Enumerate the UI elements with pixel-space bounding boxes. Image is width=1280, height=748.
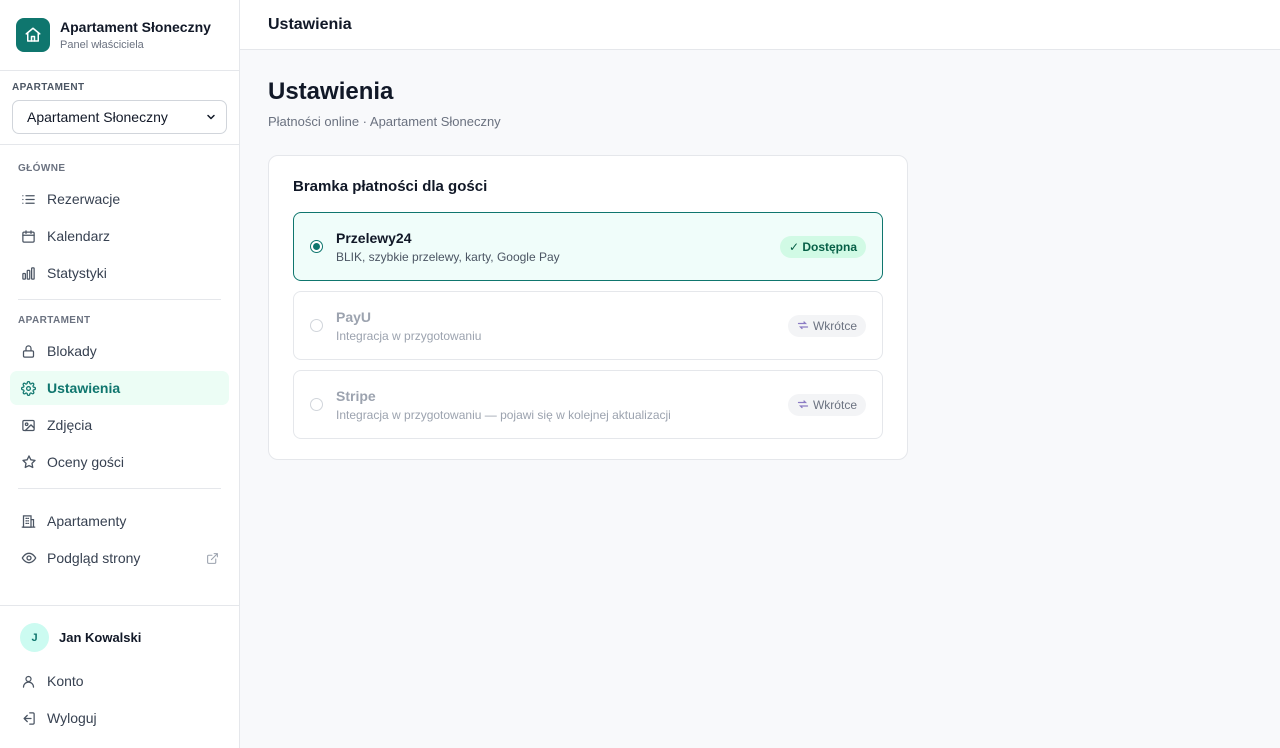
sidebar: Apartament Słoneczny Panel właściciela A… <box>0 0 240 748</box>
topbar: Ustawienia <box>240 0 1280 50</box>
external-link-icon <box>206 552 219 565</box>
page-title: Ustawienia <box>268 78 394 105</box>
sidebar-item-kalendarz[interactable]: Kalendarz <box>10 219 229 253</box>
sidebar-item-label: Statystyki <box>47 265 107 281</box>
building-icon <box>20 513 37 530</box>
sidebar-item-ustawienia[interactable]: Ustawienia <box>10 371 229 405</box>
sidebar-nav: GŁÓWNE Rezerwacje Kalendarz Statystyki A… <box>0 145 239 575</box>
nav-section-apartment: APARTAMENT <box>18 315 91 326</box>
gateway-option-przelewy24[interactable]: Przelewy24 BLIK, szybkie przelewy, karty… <box>293 212 883 281</box>
coming-soon-icon <box>797 320 809 332</box>
status-badge: Wkrótce <box>787 314 866 337</box>
radio-dot <box>313 243 320 250</box>
coming-soon-icon <box>797 399 809 411</box>
apartment-select[interactable]: Apartament Słoneczny <box>12 100 227 134</box>
nav-divider <box>18 488 221 489</box>
status-badge-label: Wkrótce <box>812 397 857 412</box>
account-label: Konto <box>47 673 84 689</box>
apartment-select-value: Apartament Słoneczny <box>27 109 168 125</box>
account-link[interactable]: Konto <box>10 664 229 698</box>
apartment-picker: APARTAMENT Apartament Słoneczny <box>0 71 239 145</box>
sidebar-item-label: Rezerwacje <box>47 191 121 207</box>
main-content: Ustawienia Płatności online · Apartament… <box>268 50 1168 460</box>
sidebar-item-oceny[interactable]: Oceny gości <box>10 445 229 479</box>
apartment-picker-label: APARTAMENT <box>12 82 85 93</box>
sidebar-item-label: Podgląd strony <box>47 550 141 566</box>
option-name: Przelewy24 <box>336 229 412 246</box>
status-badge: Wkrótce <box>787 393 866 416</box>
gateway-option-payu: PayU Integracja w przygotowaniu Wkrótce <box>293 291 883 360</box>
sidebar-item-blokady[interactable]: Blokady <box>10 334 229 368</box>
eye-icon <box>20 550 37 567</box>
lock-icon <box>20 343 37 360</box>
avatar: J <box>20 623 49 652</box>
user-icon <box>20 673 37 690</box>
sidebar-item-podglad[interactable]: Podgląd strony <box>10 541 229 575</box>
option-description: Integracja w przygotowaniu — pojawi się … <box>336 407 671 422</box>
gear-icon <box>20 380 37 397</box>
sidebar-item-rezerwacje[interactable]: Rezerwacje <box>10 182 229 216</box>
image-icon <box>20 417 37 434</box>
home-icon <box>16 18 50 52</box>
radio-button[interactable] <box>310 240 323 253</box>
brand-header: Apartament Słoneczny Panel właściciela <box>0 0 239 71</box>
chevron-down-icon <box>205 111 217 123</box>
user-name: Jan Kowalski <box>59 630 142 645</box>
user-info: J Jan Kowalski <box>0 623 239 652</box>
nav-section-main: GŁÓWNE <box>18 163 66 174</box>
calendar-icon <box>20 228 37 245</box>
status-badge-label: Wkrótce <box>812 318 857 333</box>
option-description: Integracja w przygotowaniu <box>336 328 482 343</box>
logout-button[interactable]: Wyloguj <box>10 701 229 735</box>
brand-subtitle: Panel właściciela <box>60 39 144 51</box>
radio-button <box>310 398 323 411</box>
brand-title: Apartament Słoneczny <box>60 19 211 35</box>
option-name: Stripe <box>336 387 376 404</box>
status-badge: ✓ Dostępna <box>779 235 866 258</box>
card-title: Bramka płatności dla gości <box>293 178 488 195</box>
logout-label: Wyloguj <box>47 710 97 726</box>
gateway-option-stripe: Stripe Integracja w przygotowaniu — poja… <box>293 370 883 439</box>
payment-gateway-card: Bramka płatności dla gości Przelewy24 BL… <box>268 155 908 460</box>
sidebar-item-label: Kalendarz <box>47 228 111 244</box>
sidebar-item-label: Oceny gości <box>47 454 125 470</box>
page-subtitle: Płatności online · Apartament Słoneczny <box>268 114 501 129</box>
star-icon <box>20 454 37 471</box>
sidebar-item-apartamenty[interactable]: Apartamenty <box>10 504 229 538</box>
bar-chart-icon <box>20 265 37 282</box>
sidebar-item-label: Ustawienia <box>47 380 121 396</box>
option-name: PayU <box>336 308 372 325</box>
logout-icon <box>20 710 37 727</box>
sidebar-item-label: Zdjęcia <box>47 417 93 433</box>
topbar-title: Ustawienia <box>268 15 352 33</box>
sidebar-footer: J Jan Kowalski Konto Wyloguj <box>0 605 239 748</box>
list-icon <box>20 191 37 208</box>
nav-divider <box>18 299 221 300</box>
sidebar-item-label: Blokady <box>47 343 97 359</box>
radio-button <box>310 319 323 332</box>
sidebar-item-statystyki[interactable]: Statystyki <box>10 256 229 290</box>
sidebar-item-zdjecia[interactable]: Zdjęcia <box>10 408 229 442</box>
sidebar-item-label: Apartamenty <box>47 513 127 529</box>
option-description: BLIK, szybkie przelewy, karty, Google Pa… <box>336 249 560 264</box>
